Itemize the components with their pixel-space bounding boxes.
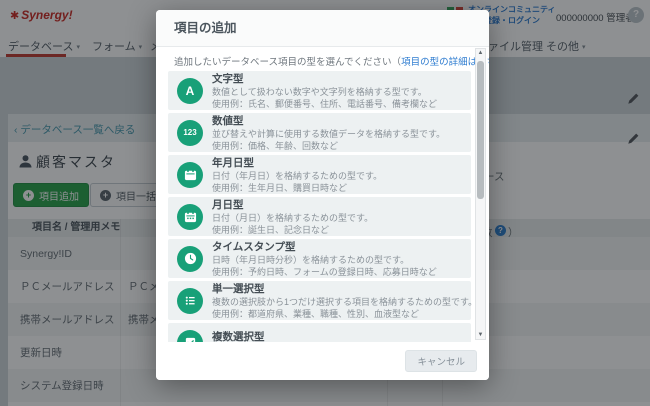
numbers-123-icon: 123 xyxy=(177,120,203,146)
field-type-list: A 文字型 数値として扱わない数字や文字列を格納する型です。 使用例：氏名、郵便… xyxy=(168,71,471,342)
app-window: ✱Synergy! オンラインコミュニティ 参加登録・ログイン 00000000… xyxy=(0,0,650,406)
field-type-option-0[interactable]: A 文字型 数値として扱わない数字や文字列を格納する型です。 使用例：氏名、郵便… xyxy=(168,71,471,110)
add-field-modal: 項目の追加 追加したいデータベース項目の型を選んでください（項目の型の詳細はこち… xyxy=(156,10,489,380)
multi-select-checkbox-icon xyxy=(177,330,203,343)
calendar-icon xyxy=(177,162,203,188)
calendar-date-icon xyxy=(177,204,203,230)
scrollbar-thumb[interactable] xyxy=(477,61,484,199)
modal-header: 項目の追加 xyxy=(156,10,489,47)
scrollbar[interactable]: ▲ ▼ xyxy=(475,48,486,340)
field-type-option-6[interactable]: 複数選択型 複数の選択肢から2つ以上選択する項目を格納するための型です。 xyxy=(168,323,471,342)
single-select-list-icon xyxy=(177,288,203,314)
scroll-up-button[interactable]: ▲ xyxy=(476,50,485,56)
modal-instruction: 追加したいデータベース項目の型を選んでください（項目の型の詳細はこちら） xyxy=(174,54,463,69)
field-type-option-2[interactable]: 年月日型 日付（年月日）を格納するための型です。 使用例：生年月日、購買日時など xyxy=(168,155,471,194)
field-type-option-3[interactable]: 月日型 日付（月日）を格納するための型です。 使用例：誕生日、記念日など xyxy=(168,197,471,236)
modal-body: 追加したいデータベース項目の型を選んでください（項目の型の詳細はこちら） A 文… xyxy=(156,46,489,342)
cancel-button[interactable]: キャンセル xyxy=(405,350,477,372)
scroll-down-button[interactable]: ▼ xyxy=(476,332,485,338)
field-type-option-5[interactable]: 単一選択型 複数の選択肢から1つだけ選択する項目を格納するための型です。 使用例… xyxy=(168,281,471,320)
modal-title: 項目の追加 xyxy=(174,10,237,46)
clock-icon xyxy=(177,246,203,272)
field-type-option-4[interactable]: タイムスタンプ型 日時（年月日時分秒）を格納するための型です。 使用例：予約日時… xyxy=(168,239,471,278)
letter-a-icon: A xyxy=(177,78,203,104)
modal-footer: キャンセル xyxy=(156,342,489,380)
field-type-option-1[interactable]: 123 数値型 並び替えや計算に使用する数値データを格納する型です。 使用例：価… xyxy=(168,113,471,152)
